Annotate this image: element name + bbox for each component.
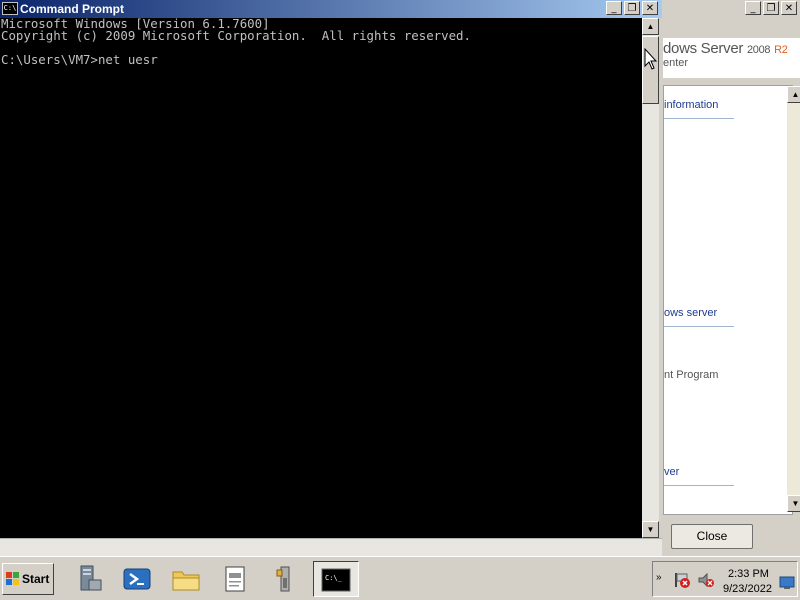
command-prompt-window: C:\ Command Prompt _ ❐ ✕ Microsoft Windo… xyxy=(0,0,662,557)
action-center-flag-icon[interactable] xyxy=(673,571,691,589)
notification-area: » 2:33 PM 9/23/2022 xyxy=(652,561,798,597)
taskbar: Start C:\_ » 2:33 PM 9/23/2022 xyxy=(0,556,800,600)
taskbar-notepad[interactable] xyxy=(213,561,259,597)
show-hidden-icons-chevron-icon[interactable]: » xyxy=(656,572,662,583)
bg-maximize-button[interactable]: ❐ xyxy=(763,1,779,15)
close-button[interactable]: Close xyxy=(671,524,753,549)
brand-name: dows Server xyxy=(663,40,744,57)
console-output[interactable]: Microsoft Windows [Version 6.1.7600] Cop… xyxy=(0,18,642,538)
divider xyxy=(664,118,734,119)
start-label: Start xyxy=(22,572,50,586)
clock-date[interactable]: 9/23/2022 xyxy=(723,583,772,595)
brand-version: 2008 xyxy=(746,44,771,56)
taskbar-command-prompt[interactable]: C:\_ xyxy=(313,561,359,597)
cmd-icon-label: C:\_ xyxy=(325,574,343,582)
powershell-icon xyxy=(123,568,151,590)
console-line: Copyright (c) 2009 Microsoft Corporation… xyxy=(1,28,471,43)
minimize-button[interactable]: _ xyxy=(606,1,622,15)
taskbar-powershell[interactable] xyxy=(115,561,161,597)
task-link-information[interactable]: information xyxy=(664,99,718,111)
scroll-up-arrow[interactable]: ▲ xyxy=(787,86,800,103)
maximize-button[interactable]: ❐ xyxy=(624,1,640,15)
brand-subtitle: enter xyxy=(663,57,689,69)
show-desktop-icon[interactable] xyxy=(779,576,795,590)
clock-time[interactable]: 2:33 PM xyxy=(728,568,769,580)
cmd-window-icon[interactable]: C:\ xyxy=(2,2,18,15)
window-bottom-frame xyxy=(0,538,662,557)
task-link-program[interactable]: nt Program xyxy=(664,369,718,381)
brand-r2: R2 xyxy=(774,44,788,56)
console-prompt-line[interactable]: C:\Users\VM7>net uesr xyxy=(0,53,642,66)
admin-tools-icon xyxy=(276,566,290,592)
explorer-folder-icon xyxy=(172,571,200,591)
command-prompt-icon: C:\_ xyxy=(321,568,351,592)
scroll-down-arrow[interactable]: ▼ xyxy=(787,495,800,512)
bg-close-window-button[interactable]: ✕ xyxy=(781,1,797,15)
tasks-scrollbar[interactable]: ▲ ▼ xyxy=(787,86,800,512)
start-button[interactable]: Start xyxy=(2,563,54,595)
vertical-scrollbar[interactable]: ▲ ▼ xyxy=(642,18,659,538)
network-status-icon[interactable] xyxy=(697,571,715,589)
scroll-down-arrow[interactable]: ▼ xyxy=(642,521,659,538)
server-manager-icon xyxy=(80,565,102,591)
divider xyxy=(664,326,734,327)
task-link-ver[interactable]: ver xyxy=(664,466,679,478)
mouse-cursor-icon xyxy=(644,48,658,70)
bg-minimize-button[interactable]: _ xyxy=(745,1,761,15)
taskbar-server-manager[interactable] xyxy=(66,561,112,597)
scroll-up-arrow[interactable]: ▲ xyxy=(642,18,659,35)
divider xyxy=(664,485,734,486)
window-title: Command Prompt xyxy=(20,2,125,16)
notepad-icon xyxy=(225,566,245,592)
taskbar-explorer[interactable] xyxy=(164,561,210,597)
task-link-server[interactable]: ows server xyxy=(664,307,717,319)
tasks-panel xyxy=(663,85,793,515)
windows-server-brand: dows Server 2008 R2 enter xyxy=(663,38,800,78)
windows-flag-icon xyxy=(6,572,19,585)
close-window-button[interactable]: ✕ xyxy=(642,1,658,15)
cmd-titlebar[interactable]: C:\ Command Prompt _ ❐ ✕ xyxy=(0,0,662,18)
taskbar-admin-tools[interactable] xyxy=(262,561,308,597)
